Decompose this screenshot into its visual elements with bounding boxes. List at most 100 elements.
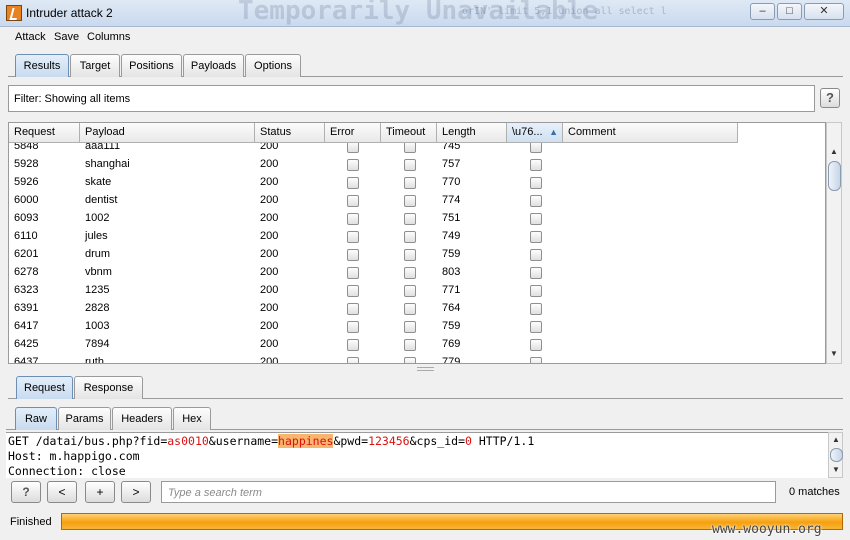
error-checkbox[interactable] <box>347 285 359 297</box>
unicode-checkbox[interactable] <box>530 177 542 189</box>
search-next-button[interactable]: > <box>121 481 151 503</box>
search-input[interactable] <box>166 483 770 503</box>
editor-scroll-down-icon[interactable]: ▼ <box>829 463 843 477</box>
error-checkbox[interactable] <box>347 249 359 261</box>
tab-payloads[interactable]: Payloads <box>183 54 244 77</box>
search-help-button[interactable]: ? <box>11 481 41 503</box>
table-row[interactable]: 6425 7894 200 769 <box>9 335 737 353</box>
error-checkbox[interactable] <box>347 195 359 207</box>
param-value-pwd: 123456 <box>368 434 410 448</box>
timeout-checkbox[interactable] <box>404 339 416 351</box>
table-scrollbar[interactable]: ▲ ▼ <box>826 122 842 364</box>
timeout-checkbox[interactable] <box>404 159 416 171</box>
minimize-button[interactable]: – <box>750 3 775 20</box>
search-add-button[interactable]: + <box>85 481 115 503</box>
request-editor[interactable]: GET /datai/bus.php?fid=as0010&username=h… <box>6 432 828 478</box>
scroll-up-arrow-icon[interactable]: ▲ <box>827 145 841 159</box>
timeout-checkbox[interactable] <box>404 143 416 153</box>
column-header-status[interactable]: Status <box>255 123 325 143</box>
unicode-checkbox[interactable] <box>530 303 542 315</box>
tab-headers[interactable]: Headers <box>112 407 172 430</box>
table-row[interactable]: 6323 1235 200 771 <box>9 281 737 299</box>
timeout-checkbox[interactable] <box>404 357 416 363</box>
cell-status: 200 <box>260 320 279 332</box>
error-checkbox[interactable] <box>347 267 359 279</box>
column-header-unicode[interactable]: \u76... ▲ <box>507 123 563 143</box>
table-row[interactable]: 5848 aaa111 200 745 <box>9 143 737 155</box>
search-previous-button[interactable]: < <box>47 481 77 503</box>
tab-raw[interactable]: Raw <box>15 407 57 430</box>
column-header-error[interactable]: Error <box>325 123 381 143</box>
timeout-checkbox[interactable] <box>404 321 416 333</box>
error-checkbox[interactable] <box>347 143 359 153</box>
search-field[interactable] <box>161 481 776 503</box>
menu-columns[interactable]: Columns <box>87 31 130 43</box>
editor-scrollbar[interactable]: ▲ ▼ <box>828 432 843 478</box>
pane-splitter-handle[interactable] <box>417 367 434 371</box>
unicode-checkbox[interactable] <box>530 213 542 225</box>
table-row[interactable]: 5926 skate 200 770 <box>9 173 737 191</box>
table-row[interactable]: 6000 dentist 200 774 <box>9 191 737 209</box>
maximize-button[interactable]: □ <box>777 3 802 20</box>
column-header-comment[interactable]: Comment <box>563 123 738 143</box>
menu-attack[interactable]: Attack <box>15 31 46 43</box>
error-checkbox[interactable] <box>347 303 359 315</box>
error-checkbox[interactable] <box>347 321 359 333</box>
table-row[interactable]: 6417 1003 200 759 <box>9 317 737 335</box>
column-header-length[interactable]: Length <box>437 123 507 143</box>
tab-hex[interactable]: Hex <box>173 407 211 430</box>
unicode-checkbox[interactable] <box>530 143 542 153</box>
tab-positions[interactable]: Positions <box>121 54 182 77</box>
table-row[interactable]: 6110 jules 200 749 <box>9 227 737 245</box>
scroll-down-arrow-icon[interactable]: ▼ <box>827 347 841 361</box>
tab-results[interactable]: Results <box>15 54 69 77</box>
timeout-checkbox[interactable] <box>404 177 416 189</box>
tab-params[interactable]: Params <box>58 407 111 430</box>
table-row[interactable]: 6278 vbnm 200 803 <box>9 263 737 281</box>
error-checkbox[interactable] <box>347 231 359 243</box>
table-body: 5848 aaa111 200 745 5928 shanghai 200 757 5926 sk… <box>9 143 825 363</box>
tab-request[interactable]: Request <box>16 376 73 399</box>
column-header-payload[interactable]: Payload <box>80 123 255 143</box>
editor-scrollbar-thumb[interactable] <box>830 448 843 462</box>
timeout-checkbox[interactable] <box>404 195 416 207</box>
table-row[interactable]: 6093 1002 200 751 <box>9 209 737 227</box>
column-header-request[interactable]: Request <box>9 123 80 143</box>
timeout-checkbox[interactable] <box>404 231 416 243</box>
tab-options[interactable]: Options <box>245 54 301 77</box>
error-checkbox[interactable] <box>347 357 359 363</box>
filter-help-button[interactable]: ? <box>820 88 840 108</box>
cell-payload: aaa111 <box>85 143 121 152</box>
timeout-checkbox[interactable] <box>404 213 416 225</box>
timeout-checkbox[interactable] <box>404 267 416 279</box>
table-row[interactable]: 6391 2828 200 764 <box>9 299 737 317</box>
error-checkbox[interactable] <box>347 339 359 351</box>
error-checkbox[interactable] <box>347 159 359 171</box>
unicode-checkbox[interactable] <box>530 249 542 261</box>
tab-response[interactable]: Response <box>74 376 143 399</box>
unicode-checkbox[interactable] <box>530 159 542 171</box>
error-checkbox[interactable] <box>347 213 359 225</box>
cell-request: 6323 <box>14 284 39 296</box>
unicode-checkbox[interactable] <box>530 231 542 243</box>
timeout-checkbox[interactable] <box>404 285 416 297</box>
unicode-checkbox[interactable] <box>530 195 542 207</box>
table-row[interactable]: 5928 shanghai 200 757 <box>9 155 737 173</box>
table-row[interactable]: 6437 ruth 200 779 <box>9 353 737 363</box>
unicode-checkbox[interactable] <box>530 321 542 333</box>
error-checkbox[interactable] <box>347 177 359 189</box>
timeout-checkbox[interactable] <box>404 303 416 315</box>
table-scrollbar-thumb[interactable] <box>828 161 841 191</box>
unicode-checkbox[interactable] <box>530 267 542 279</box>
close-button[interactable]: ✕ <box>804 3 844 20</box>
unicode-checkbox[interactable] <box>530 339 542 351</box>
tab-target[interactable]: Target <box>70 54 120 77</box>
menu-save[interactable]: Save <box>54 31 79 43</box>
background-window-text-2: orIN' limit 5,1 union all select l <box>462 6 667 17</box>
unicode-checkbox[interactable] <box>530 285 542 297</box>
table-row[interactable]: 6201 drum 200 759 <box>9 245 737 263</box>
unicode-checkbox[interactable] <box>530 357 542 363</box>
column-header-timeout[interactable]: Timeout <box>381 123 437 143</box>
timeout-checkbox[interactable] <box>404 249 416 261</box>
editor-scroll-up-icon[interactable]: ▲ <box>829 433 843 447</box>
